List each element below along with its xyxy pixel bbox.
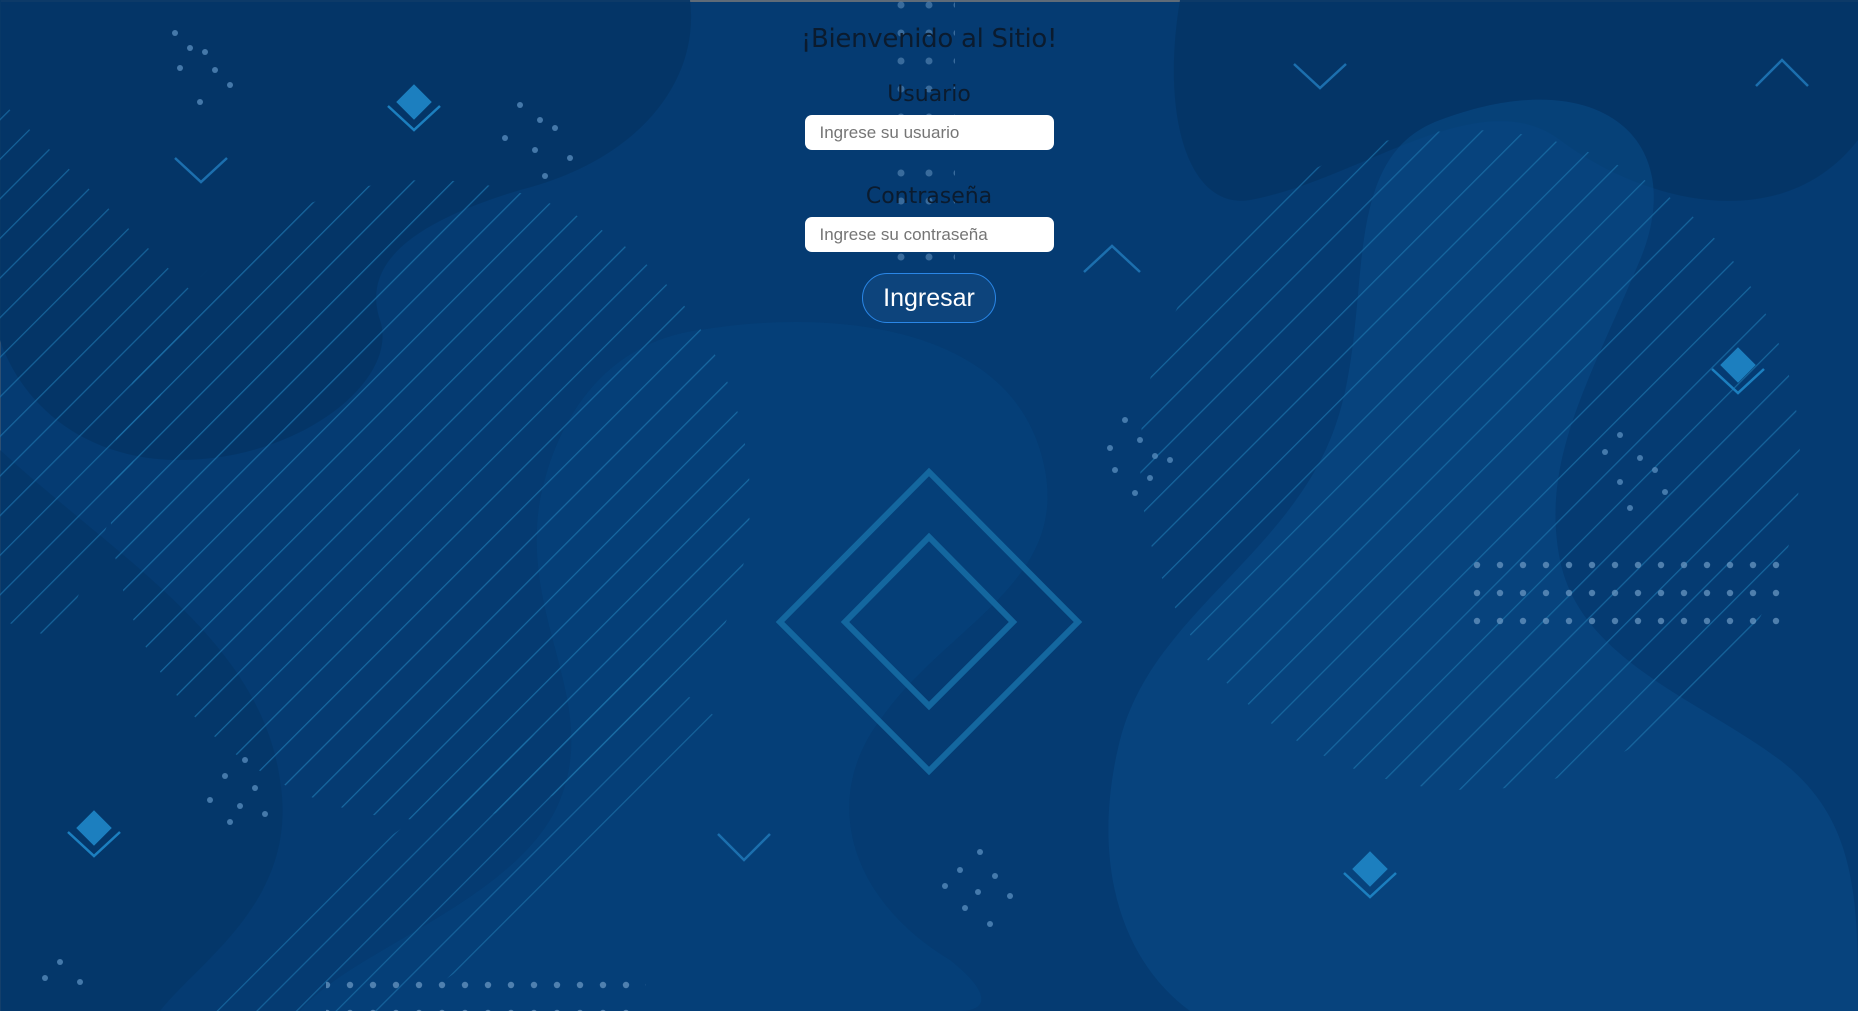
password-input[interactable] [804,217,1054,252]
dots-grid [1466,554,1786,638]
username-input[interactable] [804,115,1054,150]
login-form: ¡Bienvenido al Sitio! Usuario Contraseña… [0,0,1858,323]
password-label: Contraseña [865,184,993,209]
page-title: ¡Bienvenido al Sitio! [800,24,1058,54]
login-button[interactable]: Ingresar [862,273,996,323]
username-label: Usuario [887,82,971,107]
dots-grid [326,976,646,1011]
